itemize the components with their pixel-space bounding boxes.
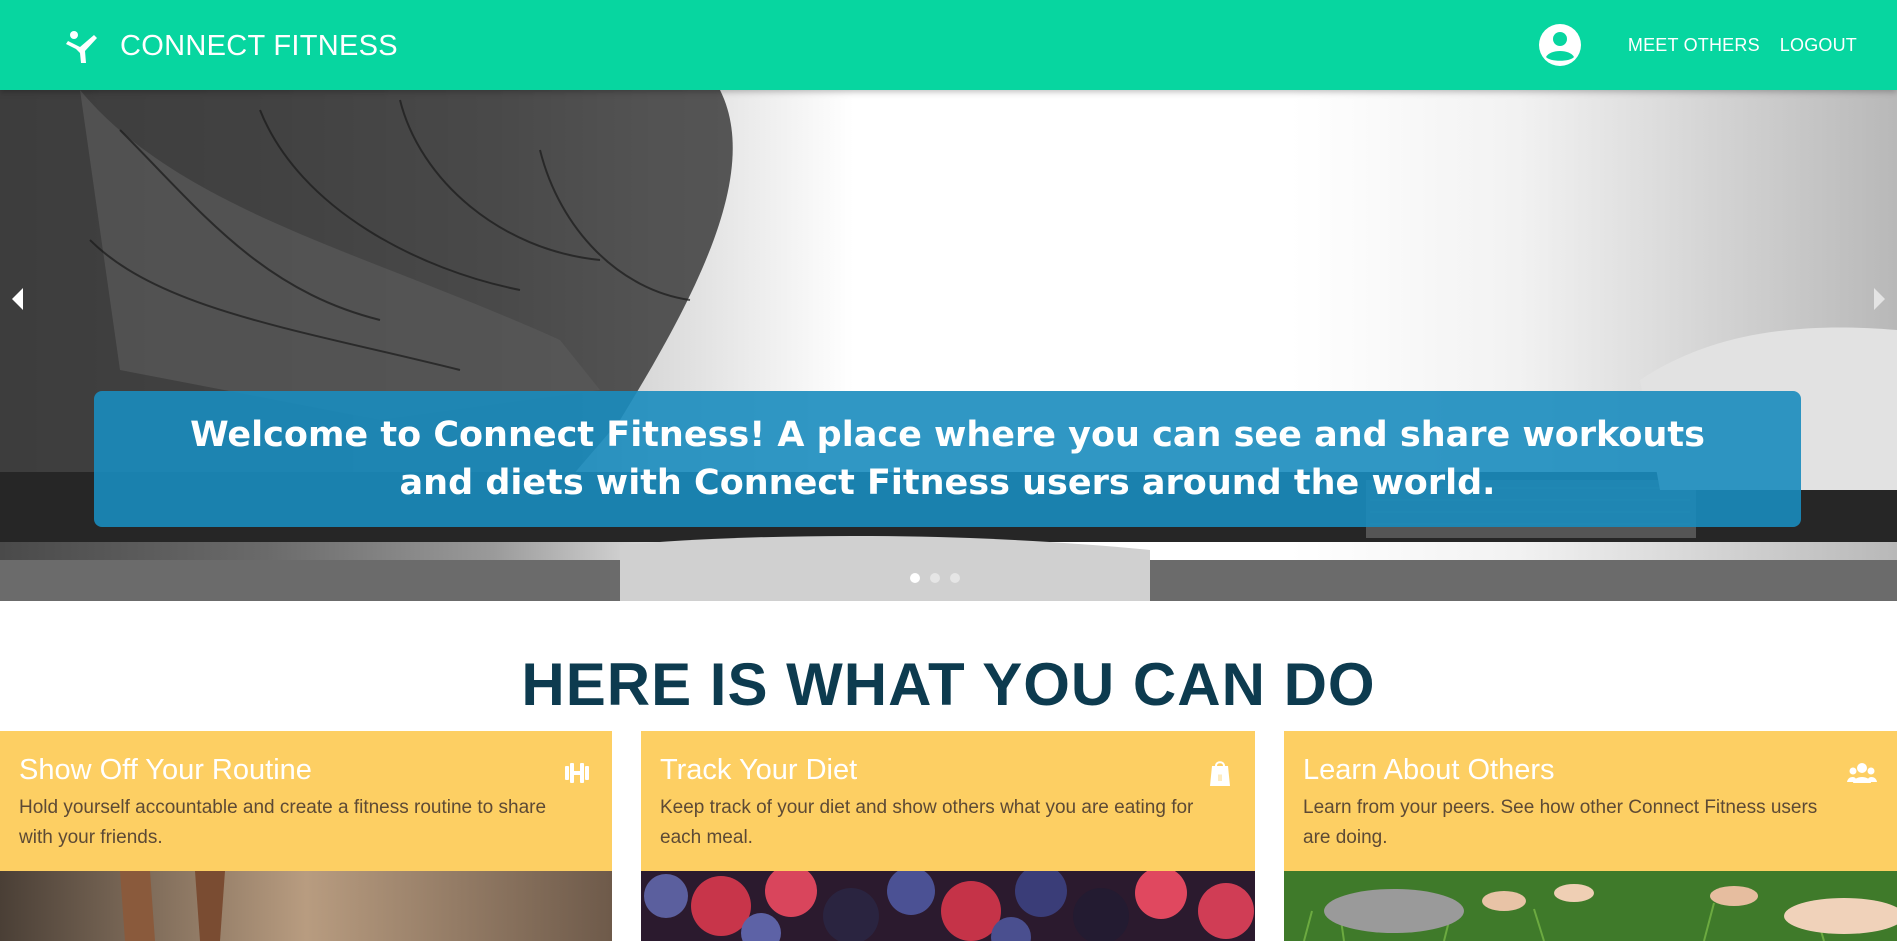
meet-others-link[interactable]: MEET OTHERS xyxy=(1628,35,1760,56)
berries-image xyxy=(641,871,1255,941)
carousel-dot-3[interactable] xyxy=(950,573,960,583)
hero-carousel: Welcome to Connect Fitness! A place wher… xyxy=(0,90,1897,601)
food-bag-icon: ll xyxy=(1210,761,1230,786)
feature-card-diet[interactable]: Track Your Diet ll Keep track of your di… xyxy=(641,731,1255,941)
card-description: Learn from your peers. See how other Con… xyxy=(1303,797,1818,848)
hero-caption: Welcome to Connect Fitness! A place wher… xyxy=(190,415,1705,503)
nav-actions: MEET OTHERS LOGOUT xyxy=(1538,0,1857,90)
feature-card-routine[interactable]: Show Off Your Routine Hold yourself acco… xyxy=(0,731,612,941)
grass-feet-image xyxy=(1284,871,1897,941)
hero-caption-box: Welcome to Connect Fitness! A place wher… xyxy=(94,391,1801,527)
feature-card-others[interactable]: Learn About Others Learn from your peers… xyxy=(1284,731,1897,941)
runner-logo-icon xyxy=(66,31,97,63)
card-title: Show Off Your Routine xyxy=(19,754,312,786)
svg-text:ll: ll xyxy=(1218,773,1222,783)
carousel-dot-2[interactable] xyxy=(930,573,940,583)
carousel-indicators xyxy=(910,573,970,583)
account-circle-icon[interactable] xyxy=(1538,23,1582,67)
group-icon xyxy=(1847,763,1877,783)
dumbbell-icon xyxy=(565,763,589,783)
runner-legs-image xyxy=(0,871,612,941)
brand-name: CONNECT FITNESS xyxy=(120,29,398,62)
carousel-dot-1[interactable] xyxy=(910,573,920,583)
card-title: Learn About Others xyxy=(1303,754,1555,786)
carousel-prev-arrow[interactable] xyxy=(12,288,23,310)
logout-link[interactable]: LOGOUT xyxy=(1780,35,1857,56)
brand-link[interactable]: CONNECT FITNESS xyxy=(64,26,398,66)
section-title: HERE IS WHAT YOU CAN DO xyxy=(521,651,1376,718)
top-navbar: CONNECT FITNESS MEET OTHERS LOGOUT xyxy=(0,0,1897,90)
card-header: Show Off Your Routine Hold yourself acco… xyxy=(0,731,612,871)
card-description: Keep track of your diet and show others … xyxy=(660,797,1194,848)
card-header: Track Your Diet ll Keep track of your di… xyxy=(641,731,1255,871)
card-header: Learn About Others Learn from your peers… xyxy=(1284,731,1897,871)
carousel-next-arrow[interactable] xyxy=(1874,288,1885,310)
card-title: Track Your Diet xyxy=(660,754,858,786)
card-description: Hold yourself accountable and create a f… xyxy=(19,797,547,848)
